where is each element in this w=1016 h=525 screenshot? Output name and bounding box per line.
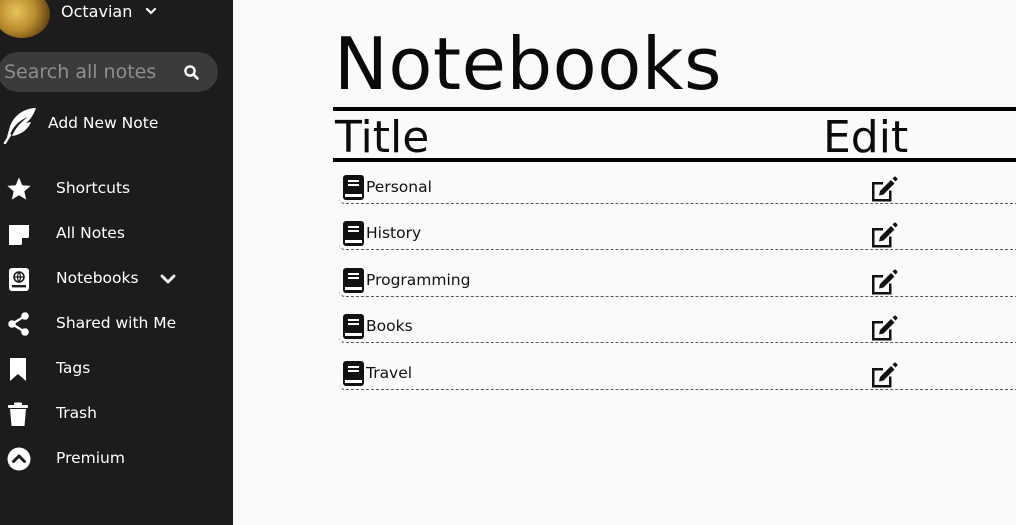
sidebar-item-tags[interactable]: Tags [0,351,233,385]
sidebar-item-label: Tags [56,359,91,377]
sidebar-item-premium[interactable]: Premium [0,441,233,475]
search-icon[interactable] [183,64,200,81]
sidebar-item-notebooks[interactable]: Notebooks [0,261,233,295]
notebook-title[interactable]: Travel [366,364,412,382]
sidebar-item-label: Trash [56,404,97,422]
divider [333,158,1016,162]
star-icon [7,177,31,200]
add-new-note-label: Add New Note [48,114,159,132]
divider [333,107,1016,111]
book-icon [343,175,364,200]
quill-icon [3,108,36,144]
sidebar: Octavian Add New Note Shortcuts [0,0,233,525]
table-row[interactable]: Books [339,305,1016,343]
main-content: Notebooks Title Edit Personal History Pr… [233,0,1016,525]
share-icon [8,312,29,336]
user-menu[interactable]: Octavian [0,0,233,38]
book-icon [343,221,364,246]
notebook-title[interactable]: Books [366,317,413,335]
page-title: Notebooks [334,22,722,106]
search-box [0,52,218,92]
chevron-down-icon[interactable] [160,273,176,285]
notebook-title[interactable]: Personal [366,178,432,196]
sidebar-item-label: Premium [56,449,125,467]
table-row[interactable]: Travel [339,352,1016,390]
notebook-title[interactable]: History [366,224,421,242]
chevron-down-icon[interactable] [145,5,157,17]
avatar[interactable] [0,0,50,38]
edit-icon[interactable] [869,267,899,297]
bookmark-icon [10,358,26,381]
edit-icon[interactable] [869,220,899,250]
add-new-note-button[interactable]: Add New Note [0,104,233,144]
search-input[interactable] [4,58,174,86]
chevron-up-circle-icon [7,447,31,471]
note-icon [9,225,29,245]
book-icon [343,268,364,293]
sidebar-item-label: Shared with Me [56,314,177,332]
book-icon [343,361,364,386]
column-header-title: Title [335,112,430,163]
book-icon [343,314,364,339]
sidebar-item-all-notes[interactable]: All Notes [0,216,233,250]
notebook-icon [9,268,29,291]
app-root: Octavian Add New Note Shortcuts [0,0,1016,525]
trash-icon [8,402,28,426]
sidebar-item-label: Notebooks [56,269,139,287]
table-row[interactable]: Programming [339,259,1016,297]
notebook-title[interactable]: Programming [366,271,470,289]
table-row[interactable]: History [339,212,1016,250]
sidebar-item-label: All Notes [56,224,125,242]
edit-icon[interactable] [869,360,899,390]
sidebar-item-trash[interactable]: Trash [0,396,233,430]
edit-icon[interactable] [869,313,899,343]
sidebar-item-shared-with-me[interactable]: Shared with Me [0,306,233,340]
user-name[interactable]: Octavian [61,2,132,21]
edit-icon[interactable] [869,174,899,204]
table-row[interactable]: Personal [339,166,1016,204]
sidebar-item-shortcuts[interactable]: Shortcuts [0,171,233,205]
sidebar-item-label: Shortcuts [56,179,131,197]
column-header-edit: Edit [823,112,909,163]
